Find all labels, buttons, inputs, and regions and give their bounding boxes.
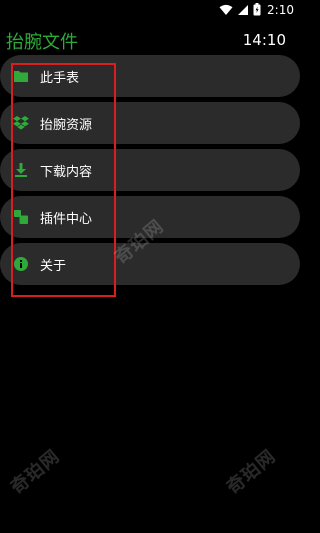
app-title: 抬腕文件 [6, 32, 78, 53]
watermark: 奇珀网 [6, 445, 65, 499]
menu-item-plugin-center[interactable]: 插件中心 [0, 196, 300, 238]
download-icon [12, 161, 30, 179]
menu-item-label: 关于 [40, 258, 67, 274]
info-icon [12, 255, 30, 273]
status-bar: 2:10 [0, 0, 300, 22]
status-icons: 2:10 [219, 2, 294, 18]
menu-list: 此手表 抬腕资源 下载内容 插件中心 关于 [0, 55, 300, 290]
menu-item-downloads[interactable]: 下载内容 [0, 149, 300, 191]
menu-item-label: 下载内容 [40, 164, 93, 180]
status-time: 2:10 [267, 3, 294, 17]
clock: 14:10 [242, 31, 286, 49]
wifi-icon [219, 1, 233, 20]
signal-icon [237, 1, 249, 20]
plugin-icon [12, 208, 30, 226]
menu-item-label: 抬腕资源 [40, 117, 93, 133]
watermark: 奇珀网 [222, 445, 281, 499]
folder-icon [12, 67, 30, 85]
dropbox-icon [12, 114, 30, 132]
menu-item-about[interactable]: 关于 [0, 243, 300, 285]
battery-icon [253, 1, 261, 20]
menu-item-label: 插件中心 [40, 211, 93, 227]
menu-item-label: 此手表 [40, 70, 80, 86]
menu-item-this-watch[interactable]: 此手表 [0, 55, 300, 97]
menu-item-resources[interactable]: 抬腕资源 [0, 102, 300, 144]
